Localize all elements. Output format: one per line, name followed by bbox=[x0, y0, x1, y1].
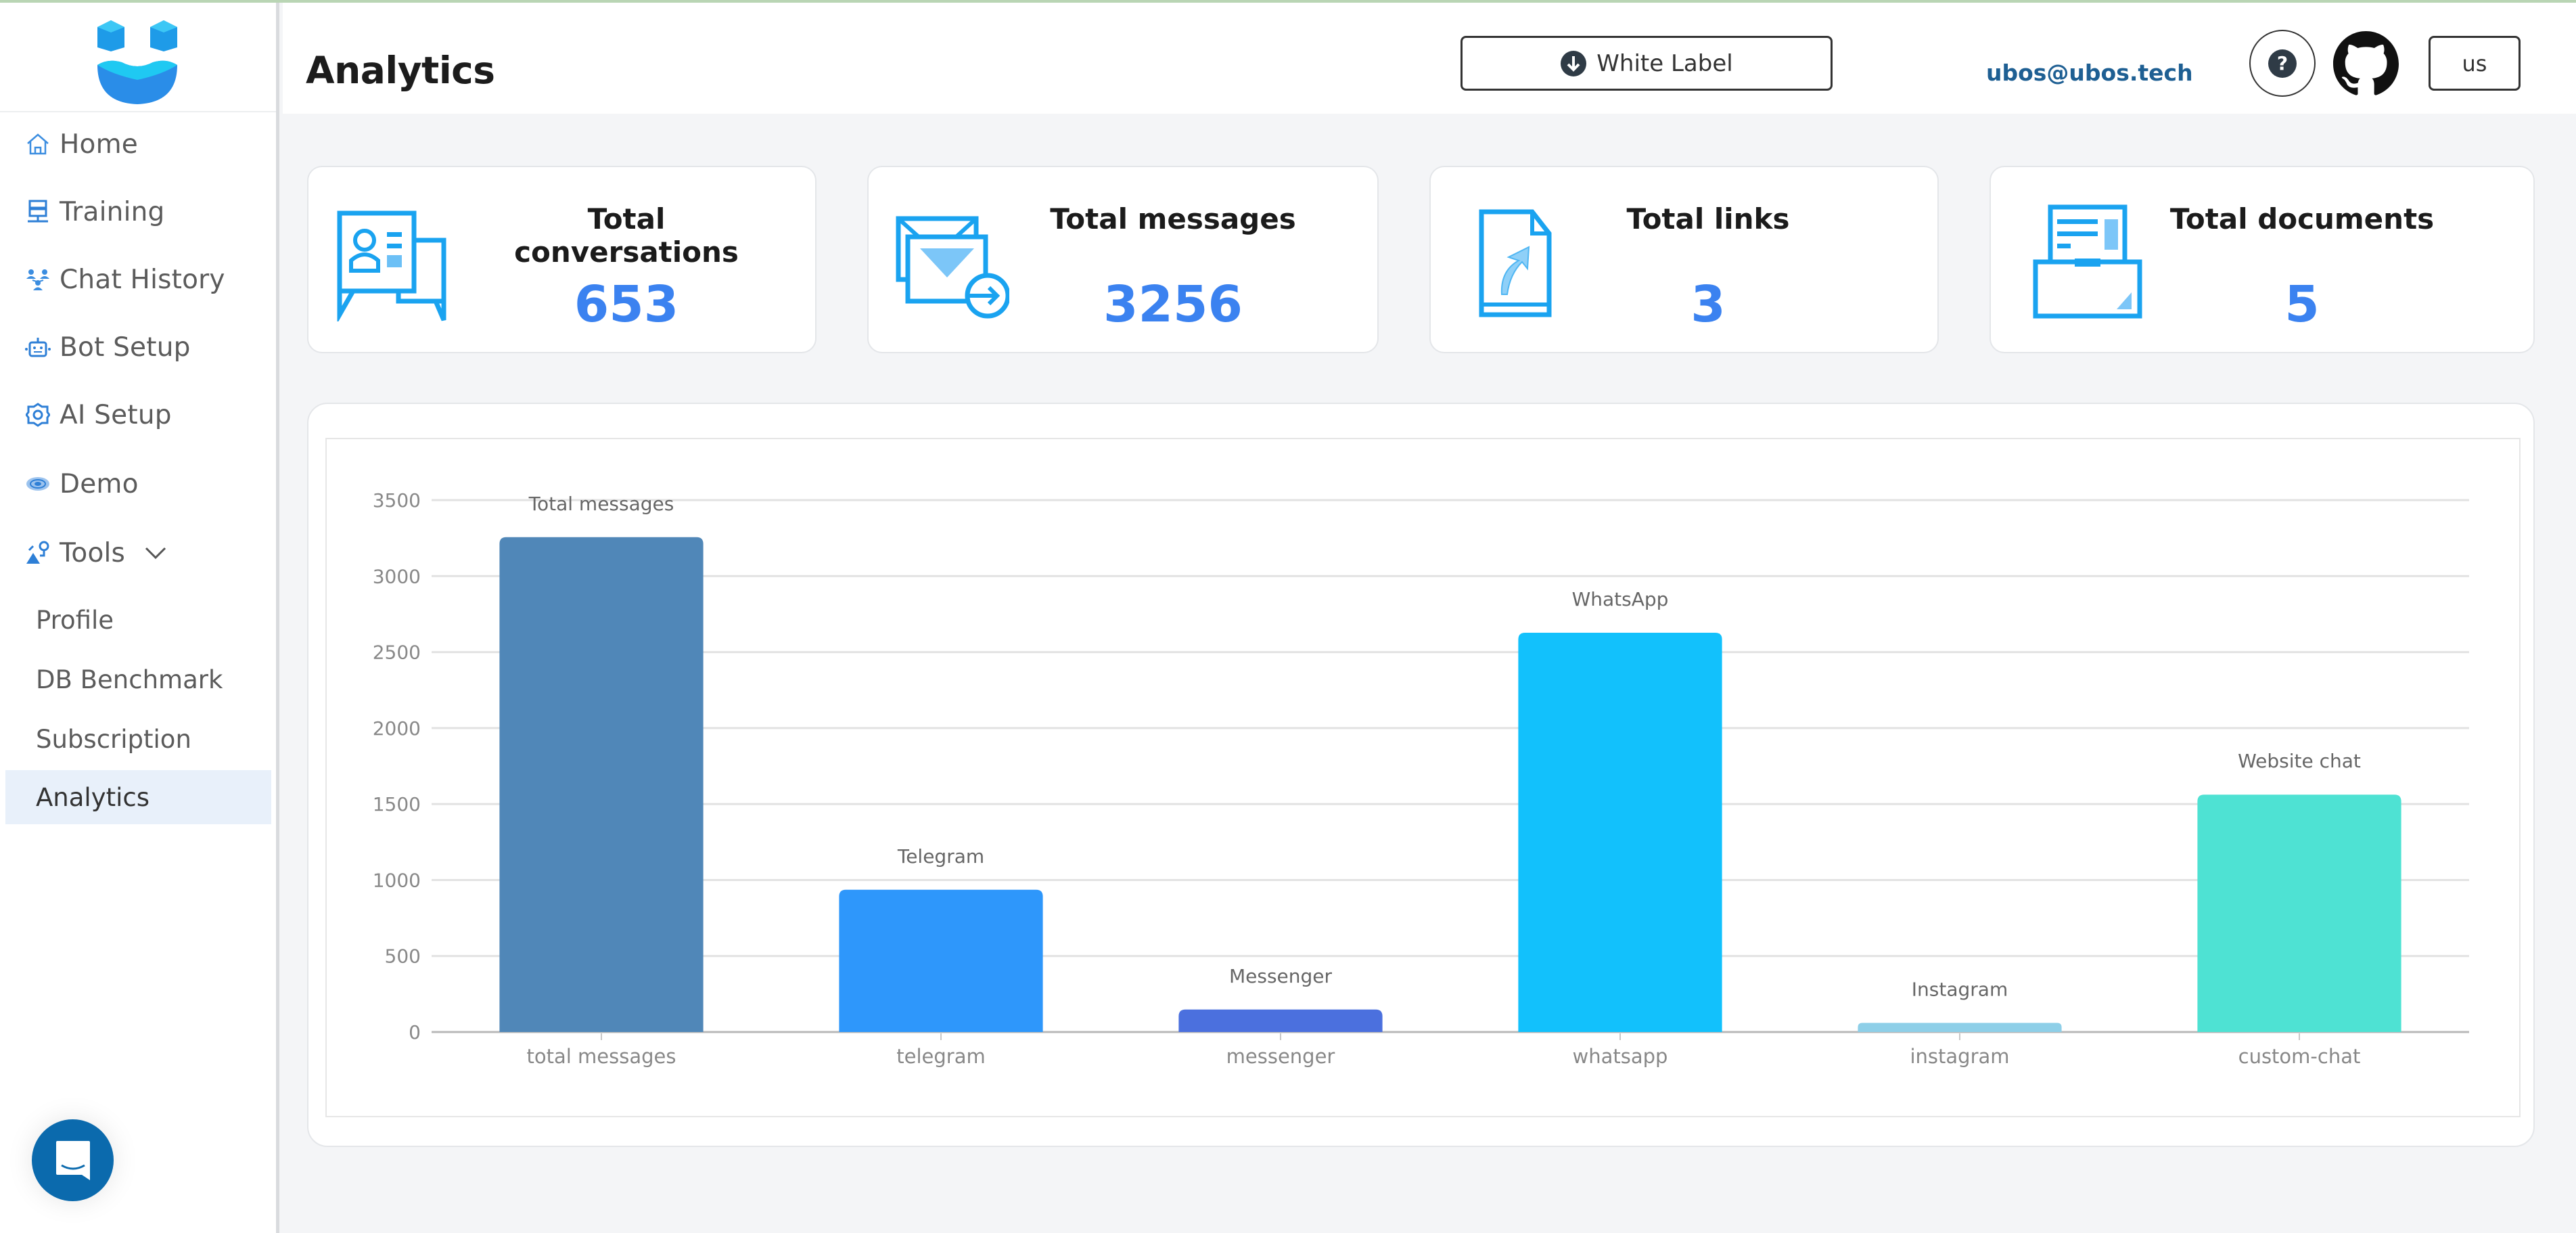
window-top-border bbox=[0, 0, 2576, 3]
y-tick-label: 1500 bbox=[373, 793, 421, 815]
user-email[interactable]: ubos@ubos.tech bbox=[1986, 60, 2193, 86]
sidebar-subitem-db-benchmark[interactable]: DB Benchmark bbox=[5, 652, 271, 707]
sidebar-item-demo[interactable]: Demo bbox=[24, 460, 139, 508]
bar-data-label: Telegram bbox=[897, 845, 984, 868]
conversation-icon bbox=[337, 210, 446, 321]
sidebar-item-bot-setup[interactable]: Bot Setup bbox=[24, 323, 191, 371]
sidebar-item-home[interactable]: Home bbox=[24, 120, 138, 168]
card-value: 3256 bbox=[1103, 275, 1243, 334]
home-icon bbox=[24, 131, 51, 158]
robot-icon bbox=[24, 334, 51, 361]
y-tick-label: 3500 bbox=[373, 489, 421, 512]
bar-whatsapp bbox=[1518, 633, 1722, 1032]
y-tick-label: 2500 bbox=[373, 642, 421, 664]
sidebar-item-ai-setup[interactable]: AI Setup bbox=[24, 391, 172, 439]
stat-card-conversations: Total conversations 653 bbox=[307, 166, 816, 353]
y-tick-label: 3000 bbox=[373, 565, 421, 587]
github-icon[interactable] bbox=[2333, 31, 2399, 97]
language-button[interactable]: us bbox=[2429, 36, 2521, 91]
users-network-icon bbox=[24, 266, 51, 293]
bar-data-label: Total messages bbox=[528, 493, 674, 515]
card-title: Total messages bbox=[1050, 202, 1296, 236]
y-tick-label: 500 bbox=[385, 945, 421, 968]
x-tick-label: telegram bbox=[896, 1045, 985, 1068]
x-tick-label: total messages bbox=[527, 1045, 676, 1068]
sidebar-item-training[interactable]: Training bbox=[24, 188, 165, 236]
card-title: Total conversations bbox=[514, 202, 739, 269]
bar-instagram bbox=[1858, 1023, 2062, 1032]
sidebar: Home Training Chat History Bot Setup AI … bbox=[0, 0, 279, 1233]
x-tick-label: custom-chat bbox=[2238, 1045, 2361, 1068]
x-tick-label: whatsapp bbox=[1573, 1045, 1668, 1068]
help-button[interactable]: ? bbox=[2249, 30, 2316, 97]
x-tick-label: messenger bbox=[1226, 1045, 1335, 1068]
chart-frame: 0 500 1000 1500 2000 2500 3000 3500 total messag… bbox=[325, 438, 2521, 1117]
card-value: 5 bbox=[2284, 275, 2320, 334]
bar-telegram bbox=[839, 889, 1043, 1032]
eye-icon bbox=[24, 470, 51, 497]
bar-data-label: Messenger bbox=[1229, 965, 1333, 987]
page-title: Analytics bbox=[306, 49, 495, 92]
download-circle-icon bbox=[1561, 50, 1587, 76]
chat-bubble-icon bbox=[55, 1140, 90, 1180]
ubos-logo[interactable] bbox=[95, 18, 180, 106]
y-tick-label: 2000 bbox=[373, 717, 421, 740]
gear-icon bbox=[24, 401, 51, 428]
envelope-send-icon bbox=[896, 216, 1009, 319]
sidebar-subitem-profile[interactable]: Profile bbox=[5, 593, 271, 647]
svg-text:?: ? bbox=[2277, 52, 2288, 74]
stat-card-documents: Total documents 5 bbox=[1990, 166, 2535, 353]
sidebar-subitem-subscription[interactable]: Subscription bbox=[5, 712, 271, 766]
chevron-down-icon[interactable] bbox=[144, 541, 167, 564]
sidebar-divider bbox=[0, 111, 276, 112]
bar-total-messages bbox=[499, 537, 704, 1032]
sidebar-subitem-analytics[interactable]: Analytics bbox=[5, 770, 271, 824]
card-value: 653 bbox=[574, 275, 679, 334]
server-icon bbox=[24, 198, 51, 225]
bar-data-label: Website chat bbox=[2238, 750, 2361, 772]
top-header: Analytics White Label ubos@ubos.tech ? u… bbox=[283, 3, 2576, 114]
card-title: Total documents bbox=[2169, 202, 2435, 236]
question-icon: ? bbox=[2268, 49, 2297, 78]
chart-panel: 0 500 1000 1500 2000 2500 3000 3500 total messag… bbox=[307, 403, 2535, 1147]
document-tray-icon bbox=[2033, 204, 2142, 319]
y-tick-label: 1000 bbox=[373, 869, 421, 891]
tools-icon bbox=[24, 539, 51, 566]
bar-chart: 0 500 1000 1500 2000 2500 3000 3500 total messag… bbox=[373, 489, 2469, 1068]
sidebar-item-chat-history[interactable]: Chat History bbox=[24, 256, 225, 303]
bar-custom-chat bbox=[2197, 794, 2401, 1032]
chat-widget-button[interactable] bbox=[32, 1119, 114, 1201]
bar-data-label: Instagram bbox=[1912, 979, 2008, 1001]
bar-data-label: WhatsApp bbox=[1572, 588, 1669, 610]
stat-card-links: Total links 3 bbox=[1429, 166, 1939, 353]
x-tick-label: instagram bbox=[1910, 1045, 2009, 1068]
stat-card-messages: Total messages 3256 bbox=[867, 166, 1379, 353]
bar-messenger bbox=[1178, 1009, 1383, 1032]
sidebar-item-tools[interactable]: Tools bbox=[24, 529, 167, 577]
card-value: 3 bbox=[1690, 275, 1726, 334]
white-label-button[interactable]: White Label bbox=[1460, 36, 1833, 91]
card-title: Total links bbox=[1626, 202, 1790, 236]
y-tick-label: 0 bbox=[409, 1021, 421, 1044]
